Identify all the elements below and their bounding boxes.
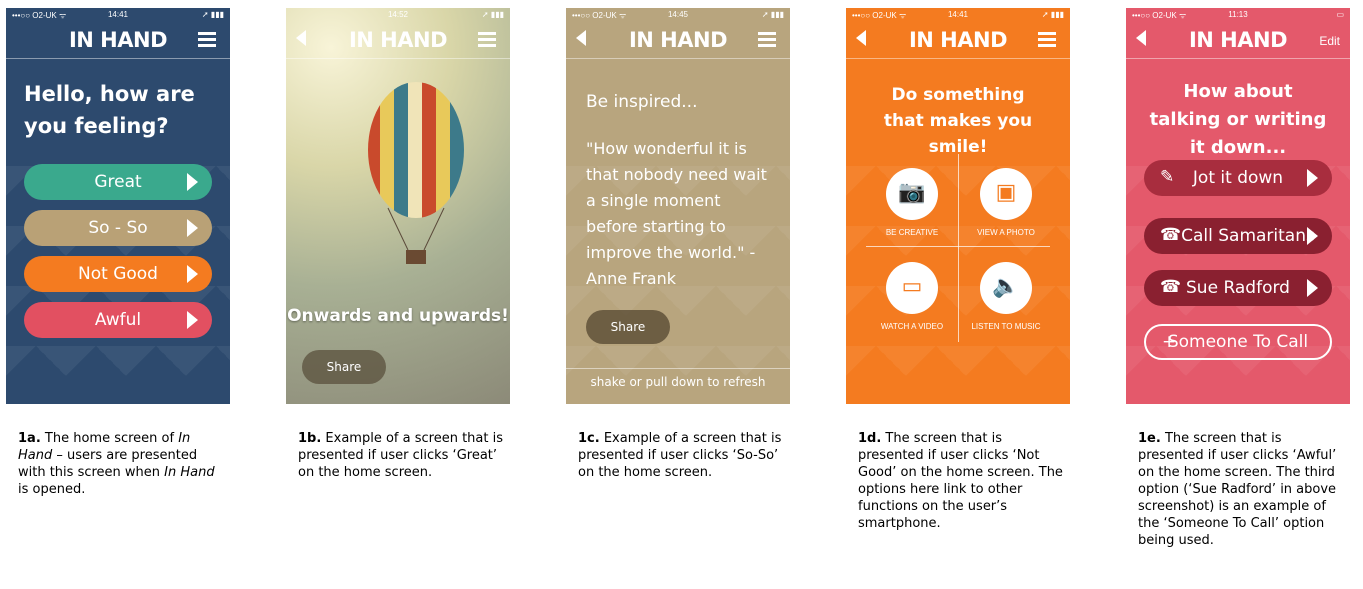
grid-divider-vertical <box>958 154 959 342</box>
chevron-right-icon <box>187 311 198 329</box>
someone-to-call-button[interactable]: + Someone To Call <box>1144 324 1332 360</box>
battery-icon: ➚ ▮▮▮ <box>761 10 784 19</box>
menu-icon[interactable] <box>478 32 496 48</box>
app-title: IN HAND <box>348 28 448 52</box>
caption-number: 1e. <box>1138 431 1161 446</box>
caption-1c: 1c. Example of a screen that is presente… <box>578 431 782 480</box>
button-label: Call Samaritans <box>1181 226 1315 246</box>
battery-icon: ➚ ▮▮▮ <box>1041 10 1064 19</box>
hot-air-balloon-image <box>368 82 464 264</box>
caption-1a: 1a. The home screen of In Hand – users a… <box>18 431 215 497</box>
edit-button[interactable]: Edit <box>1319 34 1340 48</box>
status-time: 11:13 <box>1228 10 1248 19</box>
status-time: 14:41 <box>107 10 129 19</box>
status-time: 14:41 <box>947 10 969 19</box>
so-so-button[interactable]: So - So <box>24 210 212 246</box>
menu-icon[interactable] <box>758 32 776 48</box>
app-title: IN HAND <box>68 28 168 52</box>
page-heading: Hello, how are you feeling? <box>24 82 195 138</box>
screen-so-so: •••○○ O2-UK ᯤ 14:45 ➚ ▮▮▮ IN HAND Be ins… <box>566 8 790 404</box>
battery-icon: ➚ ▮▮▮ <box>201 10 224 19</box>
button-label: Sue Radford <box>1186 278 1290 298</box>
screen-great: 14:52 ➚ ▮▮▮ IN HAND Onwards and upwards!… <box>286 8 510 404</box>
not-good-button[interactable]: Not Good <box>24 256 212 292</box>
great-button[interactable]: Great <box>24 164 212 200</box>
nav-bar: IN HAND <box>286 22 510 59</box>
chevron-right-icon <box>187 219 198 237</box>
chevron-right-icon <box>1307 227 1318 245</box>
grid-divider-horizontal <box>866 246 1050 247</box>
screen-not-good: •••○○ O2-UK ᯤ 14:41 ➚ ▮▮▮ IN HAND Do som… <box>846 8 1070 404</box>
tv-icon: ▭ <box>886 262 938 314</box>
screen-awful: •••○○ O2-UK ᯤ 11:13 ▭ IN HAND Edit How a… <box>1126 8 1350 404</box>
share-button[interactable]: Share <box>586 310 670 344</box>
app-title: IN HAND <box>628 28 728 52</box>
page-heading: How about talking or writing it down... <box>1149 81 1327 158</box>
status-bar: •••○○ O2-UK ᯤ 14:45 ➚ ▮▮▮ <box>566 8 790 22</box>
photo-icon: ▣ <box>980 168 1032 220</box>
button-label: Awful <box>94 310 142 330</box>
nav-bar: IN HAND <box>566 22 790 59</box>
button-label: Not Good <box>78 264 158 284</box>
battery-icon: ➚ ▮▮▮ <box>481 10 504 19</box>
button-label: Great <box>94 172 142 192</box>
intro-text: Be inspired... <box>586 92 698 112</box>
motivation-heading: Onwards and upwards! <box>287 306 509 326</box>
button-label: Someone To Call <box>1167 332 1309 352</box>
awful-button[interactable]: Awful <box>24 302 212 338</box>
app-title: IN HAND <box>1188 28 1288 52</box>
chevron-right-icon <box>187 265 198 283</box>
nav-bar: IN HAND Edit <box>1126 22 1350 59</box>
status-bar: •••○○ O2-UK ᯤ 14:41 ➚ ▮▮▮ <box>846 8 1070 22</box>
chevron-right-icon <box>1307 279 1318 297</box>
caption-number: 1b. <box>298 431 322 446</box>
call-samaritans-button[interactable]: ☎ Call Samaritans <box>1144 218 1332 254</box>
battery-icon: ▭ <box>1336 10 1344 19</box>
caption-1e: 1e. The screen that is presented if user… <box>1138 431 1337 548</box>
camera-icon: 📷 <box>886 168 938 220</box>
chevron-right-icon <box>1307 169 1318 187</box>
nav-bar: IN HAND <box>6 22 230 59</box>
caption-1b: 1b. Example of a screen that is presente… <box>298 431 503 480</box>
caption-number: 1a. <box>18 431 41 446</box>
status-bar: •••○○ O2-UK ᯤ 11:13 ▭ <box>1126 8 1350 22</box>
menu-icon[interactable] <box>1038 32 1056 48</box>
screen-home: •••○○ O2-UK ᯤ 14:41 ➚ ▮▮▮ IN HAND Hello,… <box>6 8 230 404</box>
option-label: BE CREATIVE <box>885 228 939 237</box>
button-label: Jot it down <box>1192 168 1284 188</box>
option-label: WATCH A VIDEO <box>880 322 944 331</box>
chevron-right-icon <box>187 173 198 191</box>
status-time: 14:45 <box>667 10 689 19</box>
quote-text: "How wonderful it is that nobody need wa… <box>586 139 767 288</box>
menu-icon[interactable] <box>198 32 216 48</box>
status-bar: 14:52 ➚ ▮▮▮ <box>286 8 510 22</box>
refresh-hint: shake or pull down to refresh <box>566 368 790 389</box>
caption-1d: 1d. The screen that is presented if user… <box>858 431 1063 531</box>
status-bar: •••○○ O2-UK ᯤ 14:41 ➚ ▮▮▮ <box>6 8 230 22</box>
option-label: LISTEN TO MUSIC <box>971 322 1041 331</box>
status-time: 14:52 <box>387 10 409 19</box>
caption-number: 1d. <box>858 431 882 446</box>
speaker-icon: 🔈 <box>980 262 1032 314</box>
share-button[interactable]: Share <box>302 350 386 384</box>
option-label: VIEW A PHOTO <box>977 228 1035 237</box>
page-heading: Do something that makes you smile! <box>883 85 1033 157</box>
app-title: IN HAND <box>908 28 1008 52</box>
sue-radford-button[interactable]: ☎ Sue Radford <box>1144 270 1332 306</box>
caption-number: 1c. <box>578 431 600 446</box>
button-label: So - So <box>88 218 148 238</box>
jot-it-down-button[interactable]: ✎ Jot it down <box>1144 160 1332 196</box>
nav-bar: IN HAND <box>846 22 1070 59</box>
